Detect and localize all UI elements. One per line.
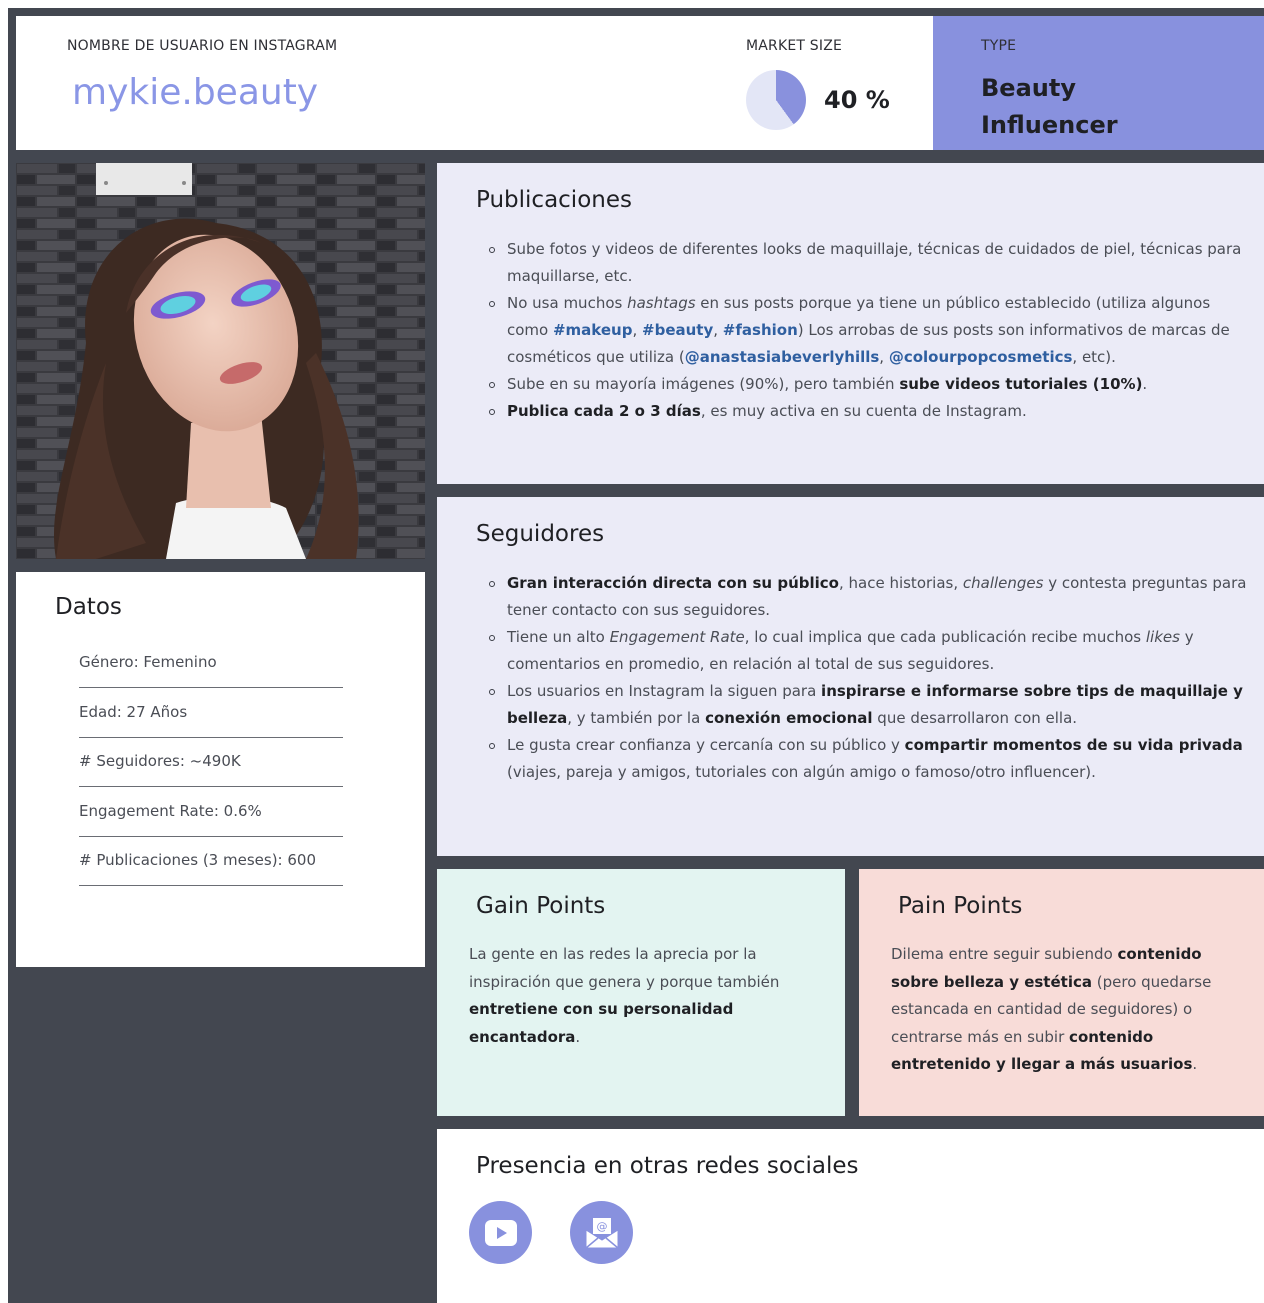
type-label: TYPE (981, 38, 1017, 54)
bullet-text: que desarrollaron con ella. (872, 709, 1078, 727)
market-size-label: MARKET SIZE (746, 38, 843, 54)
bullet-text: (viajes, pareja y amigos, tutoriales con… (507, 763, 1096, 781)
svg-text:@: @ (596, 1220, 607, 1233)
bold-text: Gran interacción directa con su público (507, 574, 839, 592)
otras-redes-section: Presencia en otras redes sociales @ (437, 1129, 1264, 1303)
bold-text: entretiene con su personalidad encantado… (469, 1000, 734, 1046)
profile-photo (16, 163, 425, 559)
bullet-text: . (1142, 375, 1148, 393)
datos-item-edad: Edad: 27 Años (79, 690, 343, 738)
bullet-text: , etc). (1072, 348, 1116, 366)
bullet-text: Tiene un alto (507, 628, 610, 646)
youtube-glyph (484, 1219, 517, 1246)
bullet-text: Sube fotos y videos de diferentes looks … (507, 240, 1242, 285)
italic-term: likes (1145, 628, 1180, 646)
type-value: Beauty Influencer (981, 74, 1118, 139)
gain-points-text: La gente en las redes la aprecia por la … (469, 941, 829, 1051)
type-card: TYPE Beauty Influencer (933, 16, 1264, 150)
hashtag-link[interactable]: #fashion (723, 321, 798, 339)
separator: , (632, 321, 643, 339)
datos-item-genero: Género: Femenino (79, 640, 343, 688)
paragraph-text: . (1192, 1055, 1198, 1073)
bullet-text: No usa muchos (507, 294, 628, 312)
bullet-text: , y también por la (567, 709, 706, 727)
bold-text: sube videos tutoriales (10%) (899, 375, 1143, 393)
hashtag-link[interactable]: #beauty (642, 321, 713, 339)
list-item: Le gusta crear confianza y cercanía con … (487, 732, 1257, 786)
seguidores-title: Seguidores (476, 521, 605, 547)
bullet-text: Sube en su mayoría imágenes (90%), pero … (507, 375, 900, 393)
separator: , (713, 321, 723, 339)
seguidores-list: Gran interacción directa con su público,… (487, 570, 1257, 786)
seguidores-section: Seguidores Gran interacción directa con … (437, 497, 1264, 856)
italic-term: hashtags (627, 294, 696, 312)
paragraph-text: La gente en las redes la aprecia por la … (469, 945, 780, 991)
italic-term: challenges (962, 574, 1044, 592)
bold-text: conexión emocional (705, 709, 873, 727)
pain-points-card: Pain Points Dilema entre seguir subiendo… (859, 869, 1264, 1116)
username-label: NOMBRE DE USUARIO EN INSTAGRAM (67, 38, 338, 54)
username-header: NOMBRE DE USUARIO EN INSTAGRAM mykie.bea… (16, 16, 933, 150)
market-size-pie (746, 70, 806, 130)
profile-photo-illustration (16, 163, 425, 559)
bold-text: Publica cada 2 o 3 días (507, 402, 701, 420)
datos-card: Datos Género: Femenino Edad: 27 Años # S… (16, 572, 425, 967)
bullet-text: Los usuarios en Instagram la siguen para (507, 682, 822, 700)
otras-redes-title: Presencia en otras redes sociales (476, 1153, 859, 1179)
pain-points-title: Pain Points (898, 893, 1023, 919)
italic-term: Engagement Rate (609, 628, 745, 646)
bold-text: compartir momentos de su vida privada (904, 736, 1243, 754)
gain-points-title: Gain Points (476, 893, 606, 919)
datos-item-publicaciones: # Publicaciones (3 meses): 600 (79, 838, 343, 886)
datos-title: Datos (55, 594, 122, 620)
hashtag-link[interactable]: #makeup (553, 321, 632, 339)
mention-link[interactable]: @colourpopcosmetics (889, 348, 1073, 366)
datos-list: Género: Femenino Edad: 27 Años # Seguido… (79, 640, 343, 888)
list-item: Tiene un alto Engagement Rate, lo cual i… (487, 624, 1257, 678)
instagram-username[interactable]: mykie.beauty (72, 72, 318, 113)
list-item: No usa muchos hashtags en sus posts porq… (487, 290, 1247, 371)
bullet-text: , es muy activa en su cuenta de Instagra… (700, 402, 1027, 420)
bullet-text: , hace historias, (838, 574, 963, 592)
pain-points-text: Dilema entre seguir subiendo contenido s… (891, 941, 1251, 1079)
gain-points-card: Gain Points La gente en las redes la apr… (437, 869, 845, 1116)
mention-link[interactable]: @anastasiabeverlyhills (685, 348, 880, 366)
publicaciones-title: Publicaciones (476, 187, 632, 213)
publicaciones-section: Publicaciones Sube fotos y videos de dif… (437, 163, 1264, 484)
separator: , (879, 348, 889, 366)
bullet-text: , lo cual implica que cada publicación r… (744, 628, 1146, 646)
youtube-icon[interactable] (469, 1201, 532, 1264)
email-newsletter-icon[interactable]: @ (570, 1201, 633, 1264)
list-item: Sube en su mayoría imágenes (90%), pero … (487, 371, 1247, 398)
list-item: Sube fotos y videos de diferentes looks … (487, 236, 1247, 290)
publicaciones-list: Sube fotos y videos de diferentes looks … (487, 236, 1247, 425)
bullet-text: Le gusta crear confianza y cercanía con … (507, 736, 905, 754)
list-item: Publica cada 2 o 3 días, es muy activa e… (487, 398, 1247, 425)
list-item: Gran interacción directa con su público,… (487, 570, 1257, 624)
datos-item-seguidores: # Seguidores: ~490K (79, 739, 343, 787)
email-glyph: @ (585, 1217, 618, 1249)
paragraph-text: . (575, 1027, 581, 1046)
datos-item-engagement: Engagement Rate: 0.6% (79, 789, 343, 837)
list-item: Los usuarios en Instagram la siguen para… (487, 678, 1257, 732)
market-size-value: 40 % (824, 86, 890, 114)
paragraph-text: Dilema entre seguir subiendo (891, 945, 1118, 963)
